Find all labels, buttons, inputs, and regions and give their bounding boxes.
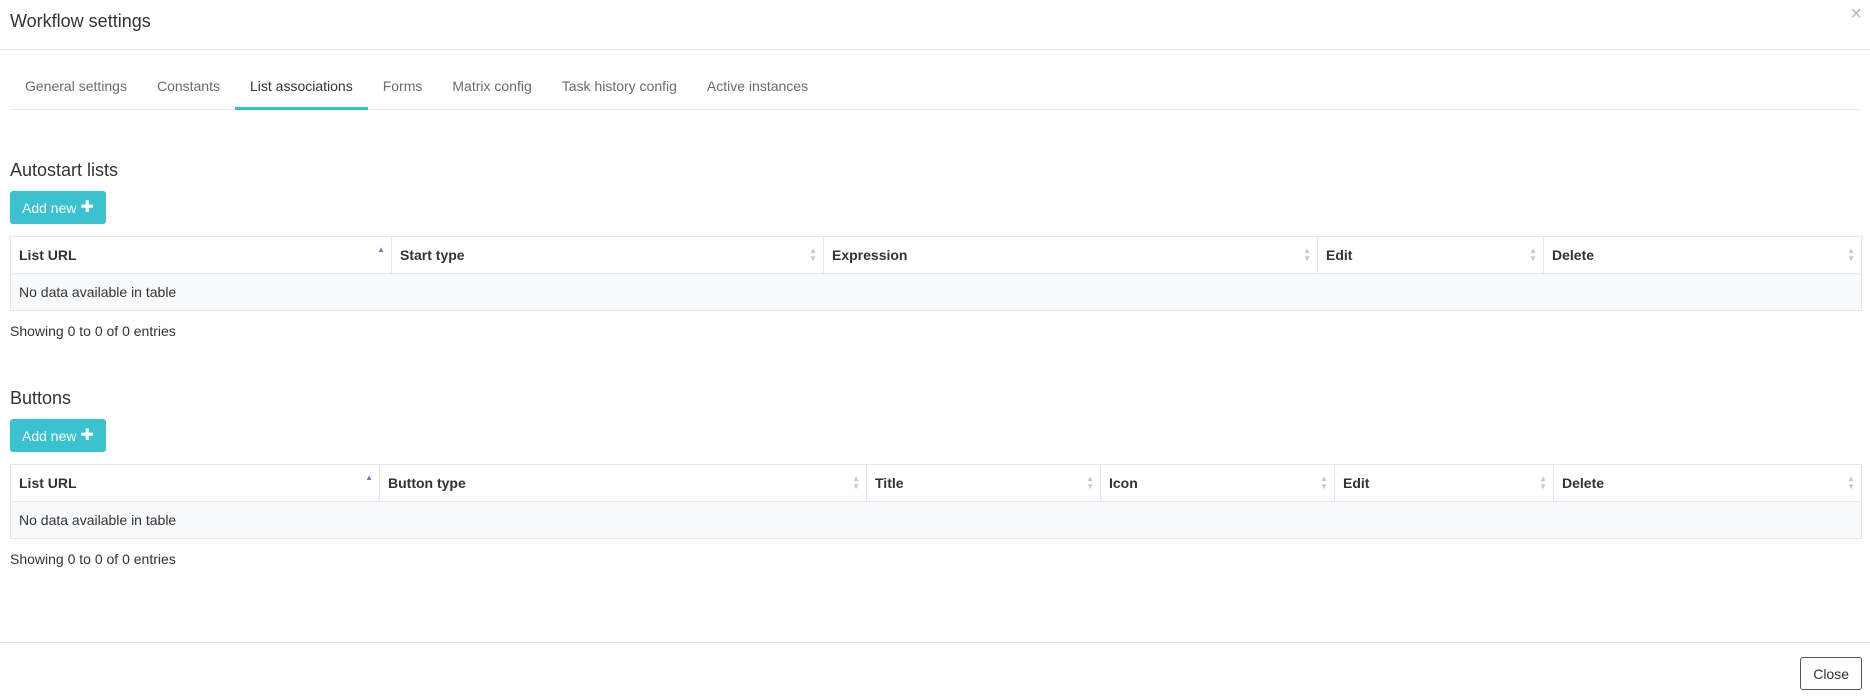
sort-icon: ▲ ▼ — [1529, 246, 1537, 263]
column-header-delete[interactable]: Delete ▲ ▼ — [1543, 236, 1862, 274]
empty-table-message: No data available in table — [10, 501, 1862, 539]
plus-icon: ✚ — [80, 426, 94, 444]
modal-header: Workflow settings × — [0, 0, 1870, 50]
sort-icon: ▲ ▼ — [809, 246, 817, 263]
column-header-expression[interactable]: Expression ▲ ▼ — [823, 236, 1318, 274]
column-header-delete[interactable]: Delete ▲ ▼ — [1553, 464, 1862, 502]
close-button[interactable]: Close — [1800, 657, 1862, 690]
tab-list-associations[interactable]: List associations — [235, 72, 368, 110]
tab-active-instances[interactable]: Active instances — [692, 72, 823, 109]
table-row: No data available in table — [10, 273, 1862, 311]
column-header-edit[interactable]: Edit ▲ ▼ — [1317, 236, 1544, 274]
tab-bar: General settings Constants List associat… — [10, 72, 1860, 110]
buttons-title: Buttons — [10, 388, 72, 408]
sort-icon: ▲ ▼ — [1086, 474, 1094, 491]
close-icon[interactable]: × — [1850, 2, 1862, 26]
sort-icon: ▲ ▼ — [852, 474, 860, 491]
plus-icon: ✚ — [80, 198, 94, 216]
column-header-list-url[interactable]: List URL ▲ — [10, 464, 380, 502]
column-header-start-type[interactable]: Start type ▲ ▼ — [391, 236, 824, 274]
column-header-icon[interactable]: Icon ▲ ▼ — [1100, 464, 1335, 502]
sort-ascending-icon: ▲ — [377, 245, 385, 254]
autostart-lists-table: List URL ▲ Start type ▲ ▼ Expression ▲ ▼ E… — [10, 236, 1862, 311]
tab-constants[interactable]: Constants — [142, 72, 235, 109]
column-header-button-type[interactable]: Button type ▲ ▼ — [379, 464, 867, 502]
tab-task-history-config[interactable]: Task history config — [547, 72, 692, 109]
empty-table-message: No data available in table — [10, 273, 1862, 311]
buttons-add-new-button[interactable]: Add new ✚ — [10, 419, 106, 452]
sort-icon: ▲ ▼ — [1320, 474, 1328, 491]
tab-forms[interactable]: Forms — [368, 72, 438, 109]
column-header-title[interactable]: Title ▲ ▼ — [866, 464, 1101, 502]
sort-icon: ▲ ▼ — [1303, 246, 1311, 263]
sort-ascending-icon: ▲ — [365, 473, 373, 482]
modal-title: Workflow settings — [10, 11, 151, 31]
column-header-edit[interactable]: Edit ▲ ▼ — [1334, 464, 1554, 502]
autostart-table-info: Showing 0 to 0 of 0 entries — [10, 323, 176, 339]
tab-general-settings[interactable]: General settings — [10, 72, 142, 109]
sort-icon: ▲ ▼ — [1539, 474, 1547, 491]
modal-footer: Close — [0, 642, 1870, 698]
add-new-label: Add new — [22, 427, 77, 444]
autostart-add-new-button[interactable]: Add new ✚ — [10, 191, 106, 224]
sort-icon: ▲ ▼ — [1847, 246, 1855, 263]
column-header-list-url[interactable]: List URL ▲ — [10, 236, 392, 274]
buttons-table-info: Showing 0 to 0 of 0 entries — [10, 551, 176, 567]
table-row: No data available in table — [10, 501, 1862, 539]
tab-matrix-config[interactable]: Matrix config — [437, 72, 546, 109]
buttons-table: List URL ▲ Button type ▲ ▼ Title ▲ ▼ Icon … — [10, 464, 1862, 539]
autostart-lists-title: Autostart lists — [10, 160, 119, 180]
add-new-label: Add new — [22, 199, 77, 216]
sort-icon: ▲ ▼ — [1847, 474, 1855, 491]
